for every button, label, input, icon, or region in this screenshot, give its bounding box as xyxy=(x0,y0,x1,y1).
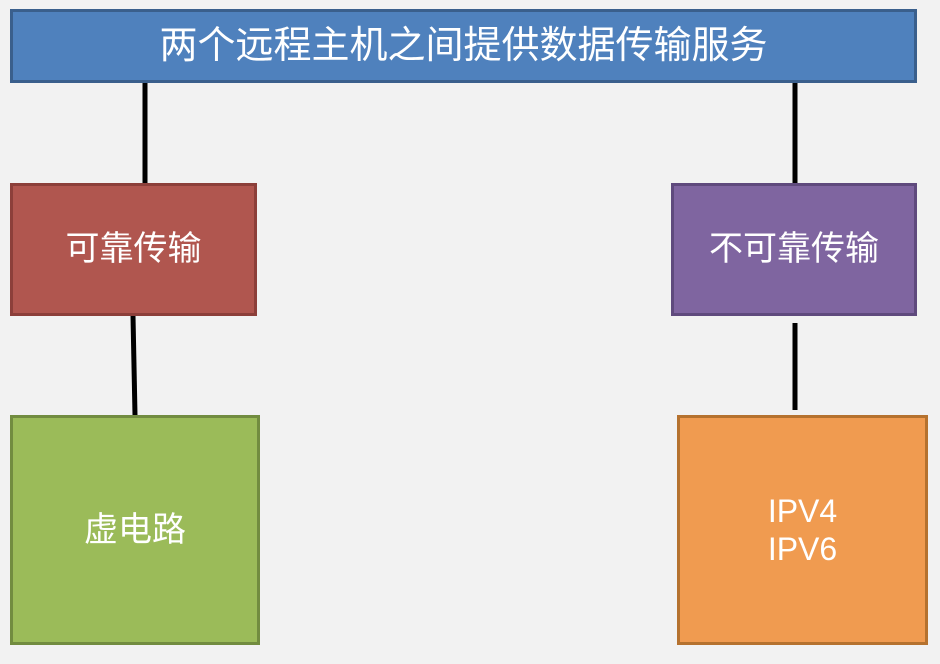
root-node-label: 两个远程主机之间提供数据传输服务 xyxy=(159,23,768,68)
ipv4-label: IPV4 xyxy=(767,492,838,529)
reliable-transfer-label: 可靠传输 xyxy=(65,229,202,270)
ip-version-node: IPV4 IPV6 xyxy=(677,415,928,645)
ipv6-label: IPV6 xyxy=(767,531,838,567)
reliable-transfer-node: 可靠传输 xyxy=(10,183,257,316)
unreliable-transfer-label: 不可靠传输 xyxy=(709,229,879,270)
root-node: 两个远程主机之间提供数据传输服务 xyxy=(10,9,917,83)
unreliable-transfer-node: 不可靠传输 xyxy=(671,183,917,316)
virtual-circuit-node: 虚电路 xyxy=(10,415,260,645)
virtual-circuit-label: 虚电路 xyxy=(84,509,186,550)
connector-reliable-virtual-circuit xyxy=(130,315,138,416)
